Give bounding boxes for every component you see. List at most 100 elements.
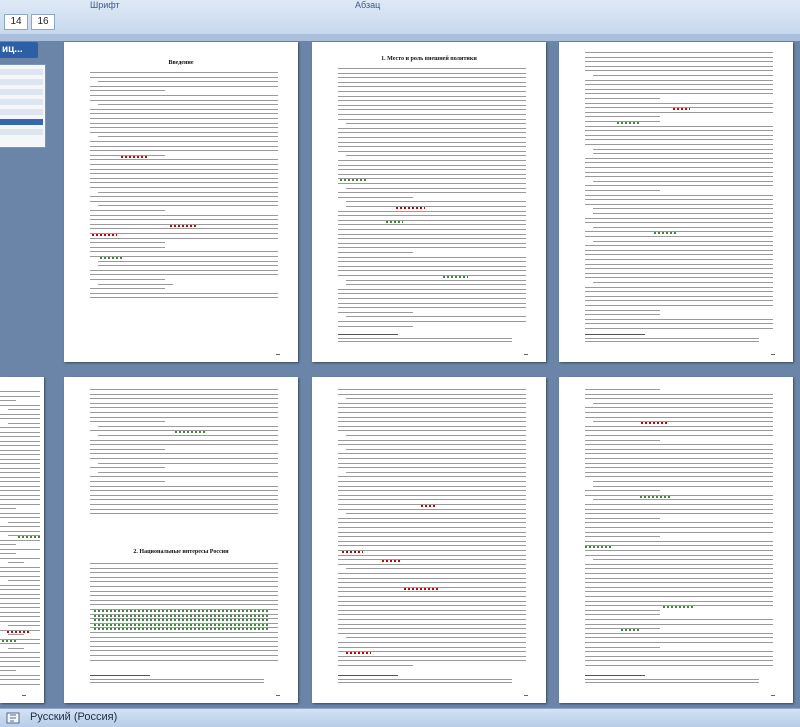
text-line	[585, 439, 661, 441]
document-page-3[interactable]	[559, 42, 793, 362]
text-line	[585, 318, 773, 320]
text-line	[338, 623, 526, 625]
language-indicator[interactable]: Русский (Россия)	[30, 711, 117, 723]
text-line	[346, 448, 526, 450]
text-line	[90, 182, 278, 184]
section-heading: 2. Национальные интересы России	[133, 549, 229, 555]
text-line	[0, 589, 40, 590]
text-line	[90, 481, 166, 482]
text-line	[585, 490, 661, 492]
text-line	[585, 632, 773, 634]
text-line	[90, 444, 278, 446]
text-line	[346, 187, 526, 189]
text-line	[90, 641, 278, 643]
font-size-14[interactable]: 14	[4, 14, 28, 30]
document-page-6[interactable]	[312, 377, 546, 703]
text-line	[585, 249, 773, 251]
text-line	[90, 72, 278, 73]
text-line	[585, 111, 773, 113]
footnote-line	[338, 338, 512, 339]
text-line	[90, 113, 278, 115]
spellcheck-underline	[381, 560, 402, 563]
text-line	[90, 572, 278, 574]
text-line	[585, 56, 773, 58]
text-line	[0, 544, 16, 545]
navigation-pane-title[interactable]: иц...	[0, 42, 38, 58]
text-line	[0, 490, 40, 491]
text-line	[593, 153, 773, 155]
text-line	[585, 596, 773, 597]
text-line	[338, 224, 526, 226]
document-page-1[interactable]: Введение	[64, 42, 298, 362]
text-line	[0, 517, 40, 518]
page-number-mark	[771, 691, 775, 696]
text-line	[90, 90, 166, 92]
text-line	[585, 563, 773, 565]
text-line	[0, 481, 40, 482]
text-line	[338, 127, 526, 129]
text-line	[338, 490, 526, 492]
document-page-7[interactable]	[559, 377, 793, 703]
text-line	[90, 122, 278, 124]
text-line	[585, 568, 773, 570]
text-line	[8, 625, 40, 626]
text-line	[90, 632, 278, 633]
spellcheck-underline	[6, 630, 30, 633]
text-line	[0, 571, 40, 572]
text-line	[338, 614, 526, 616]
text-line	[585, 291, 773, 293]
text-line	[585, 245, 773, 247]
text-line	[98, 265, 278, 267]
text-line	[338, 242, 526, 244]
page-number-mark	[771, 350, 775, 355]
text-line	[0, 431, 40, 433]
text-line	[90, 118, 278, 119]
text-line	[0, 413, 40, 415]
text-line	[338, 104, 526, 106]
text-line	[338, 247, 526, 249]
text-line	[0, 643, 40, 644]
text-line	[90, 297, 278, 299]
text-line	[585, 651, 773, 653]
text-line	[338, 72, 526, 74]
text-line	[585, 545, 773, 547]
text-line	[585, 453, 773, 455]
text-line	[585, 573, 773, 574]
text-line	[90, 210, 166, 211]
text-line	[346, 206, 526, 207]
text-line	[585, 448, 773, 450]
text-line	[0, 436, 40, 437]
ruler[interactable]	[0, 34, 800, 41]
text-line	[346, 279, 526, 281]
text-line	[593, 485, 773, 487]
text-line	[90, 439, 278, 441]
text-line	[338, 302, 526, 304]
text-line	[338, 412, 526, 413]
text-line	[338, 270, 526, 272]
text-line	[0, 665, 40, 667]
ribbon: Шрифт Абзац 14 16	[0, 0, 800, 35]
text-line	[585, 536, 661, 538]
document-page-5[interactable]: 2. Национальные интересы России	[64, 377, 298, 703]
language-icon[interactable]	[6, 712, 20, 724]
text-line	[585, 550, 773, 551]
text-line	[338, 596, 526, 597]
document-page-2[interactable]: 1. Место и роль внешней политики	[312, 42, 546, 362]
font-group-label: Шрифт	[90, 0, 120, 10]
text-line	[0, 584, 40, 586]
text-line	[346, 284, 526, 286]
document-page-4[interactable]	[0, 377, 44, 703]
text-line	[585, 467, 773, 469]
text-line	[0, 404, 40, 406]
text-line	[338, 577, 526, 579]
text-line	[338, 425, 526, 427]
text-line	[98, 283, 174, 285]
text-line	[0, 494, 40, 496]
footnote-separator	[585, 675, 645, 676]
text-line	[338, 210, 526, 212]
text-line	[90, 288, 166, 290]
text-line	[90, 494, 278, 496]
font-size-16[interactable]: 16	[31, 14, 55, 30]
text-line	[338, 655, 526, 657]
text-line	[585, 476, 773, 478]
